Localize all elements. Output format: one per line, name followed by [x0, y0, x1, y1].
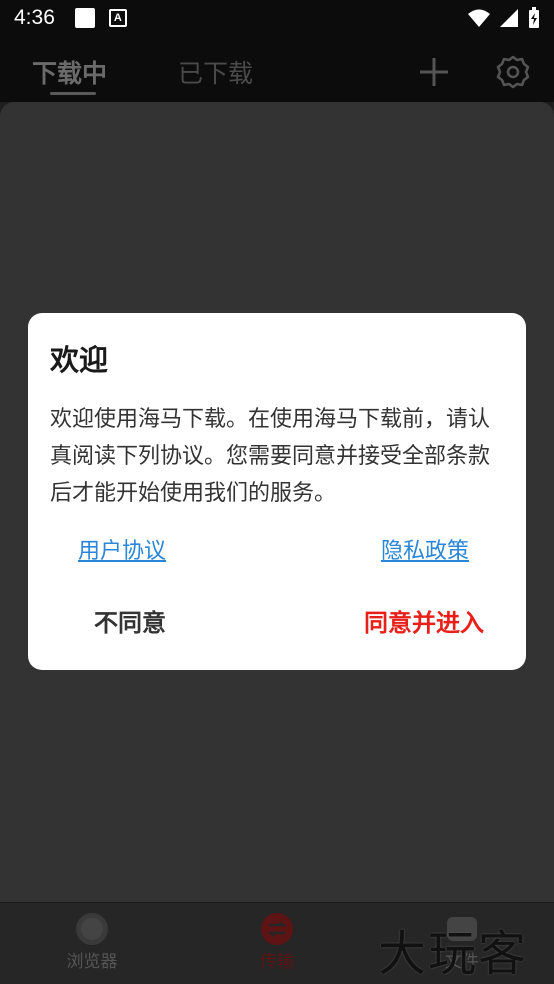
nav-label-transfer: 传输	[260, 952, 294, 972]
notification-icon	[74, 8, 95, 28]
dialog-title: 欢迎	[50, 343, 109, 377]
status-time: 4:36	[14, 6, 55, 29]
tab-downloaded[interactable]: 已下载	[178, 54, 253, 90]
signal-icon	[500, 9, 518, 27]
notification-a-icon: A	[108, 9, 127, 27]
transfer-icon	[261, 913, 293, 945]
user-agreement-link[interactable]: 用户协议	[78, 533, 166, 565]
agree-and-enter-button[interactable]: 同意并进入	[364, 603, 484, 638]
gear-icon[interactable]	[496, 55, 530, 89]
nav-item-transfer[interactable]: 传输	[227, 913, 327, 972]
dialog-message: 欢迎使用海马下载。在使用海马下载前，请认真阅读下列协议。您需要同意并接受全部条款…	[50, 407, 491, 506]
browser-icon	[76, 913, 108, 945]
nav-item-browser[interactable]: 浏览器	[42, 913, 142, 972]
wifi-icon	[468, 9, 490, 27]
tab-downloading[interactable]: 下载中	[32, 54, 107, 90]
nav-label-browser: 浏览器	[66, 952, 118, 972]
welcome-dialog: 欢迎 欢迎使用海马下载。在使用海马下载前，请认真阅读下列协议。您需要同意并接受全…	[28, 313, 526, 670]
add-icon[interactable]	[418, 56, 450, 88]
battery-icon	[529, 7, 539, 28]
app-bar: 下载中 已下载	[0, 36, 554, 102]
tab-indicator	[50, 92, 96, 95]
privacy-policy-link[interactable]: 隐私政策	[381, 533, 469, 565]
status-bar: 4:36 A	[0, 0, 554, 36]
status-indicators	[468, 7, 540, 29]
watermark: 大玩客	[378, 926, 529, 982]
disagree-button[interactable]: 不同意	[94, 603, 166, 638]
